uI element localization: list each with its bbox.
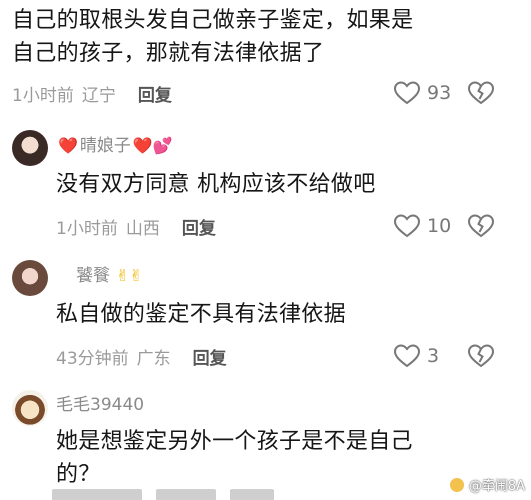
comment-actions: 3 <box>393 343 495 369</box>
comment-1: 自己的取根头发自己做亲子鉴定，如果是 自己的孩子，那就有法律依据了 1小时前 辽… <box>0 4 531 106</box>
comment-meta: 1小时前 山西 回复 10 <box>0 213 531 239</box>
broken-heart-icon[interactable] <box>467 343 495 369</box>
like-count: 93 <box>427 82 452 104</box>
like-button[interactable]: 93 <box>393 80 453 106</box>
like-button[interactable]: 3 <box>393 343 453 369</box>
comment-location: 山西 <box>125 218 160 239</box>
comment-actions: 93 <box>393 80 495 106</box>
comment-text: 没有双方同意 机构应该不给做吧 <box>56 172 376 197</box>
comment-location: 广东 <box>136 348 171 369</box>
broken-heart-icon[interactable] <box>467 80 495 106</box>
comment-text: 私自做的鉴定不具有法律依据 <box>56 302 346 327</box>
watermark: @牵闹8A <box>448 475 525 494</box>
username[interactable]: 饕餮 <box>76 264 110 288</box>
comment-text-line: 自己的取根头发自己做亲子鉴定，如果是 <box>12 8 414 33</box>
like-count: 3 <box>427 345 440 367</box>
comment-time: 1小时前 <box>12 85 74 106</box>
reply-button[interactable]: 回复 <box>193 344 227 369</box>
comment-text-line: 她是想鉴定另外一个孩子是不是自己 <box>56 429 413 454</box>
username[interactable]: 毛毛39440 <box>56 393 144 417</box>
reply-button[interactable]: 回复 <box>138 81 172 106</box>
like-count: 10 <box>427 215 452 237</box>
heart-outline-icon <box>393 81 421 105</box>
username[interactable]: 晴娘子 <box>80 134 131 158</box>
comment-actions: 10 <box>393 213 495 239</box>
watermark-logo-icon <box>448 476 465 493</box>
comment-username-row: 饕餮 ✌✌ <box>0 264 531 288</box>
comment-meta-cutoff <box>52 488 352 500</box>
comment-text: 自己的取根头发自己做亲子鉴定，如果是 自己的孩子，那就有法律依据了 <box>0 4 531 70</box>
broken-heart-icon[interactable] <box>467 213 495 239</box>
comment-meta: 1小时前 辽宁 回复 93 <box>0 80 531 106</box>
comment-2: ❤️ 晴娘子 ❤️💕 没有双方同意 机构应该不给做吧 1小时前 山西 回复 10 <box>0 134 531 239</box>
comment-location: 辽宁 <box>81 85 116 106</box>
heart-emoji-icon: ❤️ <box>58 136 78 155</box>
reply-button[interactable]: 回复 <box>182 214 216 239</box>
comment-3: 饕餮 ✌✌ 私自做的鉴定不具有法律依据 43分钟前 广东 回复 3 <box>0 264 531 369</box>
comment-meta: 43分钟前 广东 回复 3 <box>0 343 531 369</box>
victory-hand-emoji-icon: ✌✌ <box>116 266 143 285</box>
hearts-emoji-icon: ❤️💕 <box>132 136 173 155</box>
comment-time: 43分钟前 <box>56 348 129 369</box>
comment-username-row: ❤️ 晴娘子 ❤️💕 <box>0 134 531 158</box>
heart-outline-icon <box>393 344 421 368</box>
comment-username-row: 毛毛39440 <box>0 393 531 417</box>
like-button[interactable]: 10 <box>393 213 453 239</box>
comment-text-line: 自己的孩子，那就有法律依据了 <box>12 41 325 66</box>
heart-outline-icon <box>393 214 421 238</box>
comment-time: 1小时前 <box>56 218 118 239</box>
watermark-text: @牵闹8A <box>468 479 525 494</box>
